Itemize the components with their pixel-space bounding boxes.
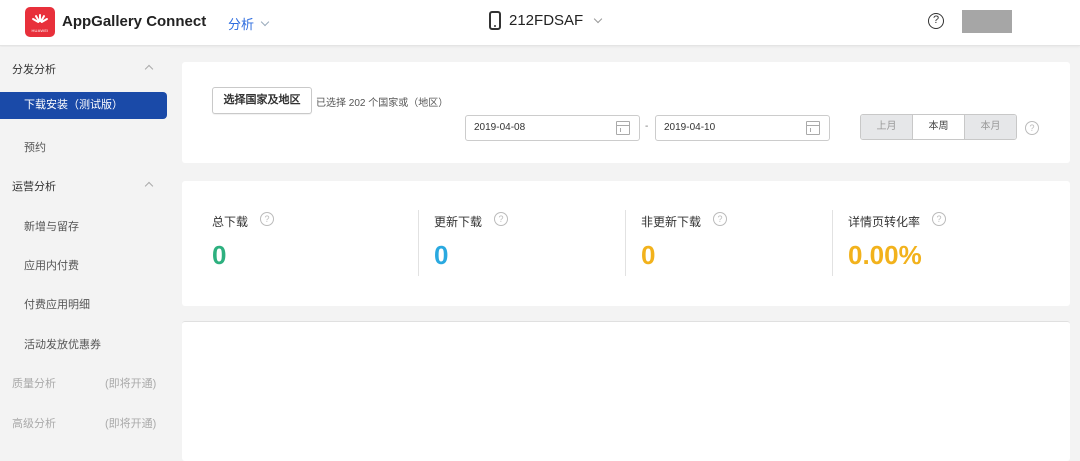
metric-label: 更新下载 <box>434 215 483 229</box>
filter-panel: 选择国家及地区 已选择 202 个国家或（地区） 2019-04-08 - 20… <box>182 62 1070 163</box>
metric-value: 0.00% <box>848 240 922 270</box>
sidebar-group-quality: 质量分析 <box>12 378 56 390</box>
quick-range-toggle: 上月 本周 本月 <box>860 114 1017 140</box>
start-date-value: 2019-04-08 <box>474 122 526 133</box>
range-this-month[interactable]: 本月 <box>964 115 1016 139</box>
chart-panel <box>182 321 1070 461</box>
phone-icon <box>489 11 501 30</box>
chevron-up-icon[interactable] <box>144 181 154 191</box>
avatar[interactable] <box>962 10 1012 33</box>
divider <box>625 210 626 276</box>
chevron-up-icon[interactable] <box>144 64 154 74</box>
help-icon[interactable]: ? <box>713 212 727 226</box>
help-icon[interactable]: ? <box>494 212 508 226</box>
divider <box>418 210 419 276</box>
sidebar-item-coupons[interactable]: 活动发放优惠券 <box>24 336 101 352</box>
help-icon[interactable]: ? <box>260 212 274 226</box>
chevron-down-icon <box>260 17 270 26</box>
coming-soon-label: (即将开通) <box>105 418 157 430</box>
metrics-panel: 总下载 ? 0 更新下载 ? 0 非更新下载 ? 0 详情页转化率 ? 0.00… <box>182 181 1070 306</box>
end-date-input[interactable]: 2019-04-10 <box>655 115 830 141</box>
select-region-button[interactable]: 选择国家及地区 <box>212 87 312 114</box>
coming-soon-label: (即将开通) <box>105 378 157 390</box>
sidebar-group-advanced: 高级分析 <box>12 418 56 430</box>
logo-text: HUAWEI <box>31 27 49 33</box>
analysis-menu-label: 分析 <box>228 17 255 32</box>
sidebar-group-distribution[interactable]: 分发分析 <box>12 61 56 77</box>
metric-label: 总下载 <box>212 215 249 229</box>
calendar-icon[interactable] <box>806 121 820 135</box>
help-icon[interactable]: ? <box>1025 121 1039 135</box>
device-picker[interactable]: 212FDSAF <box>489 11 603 30</box>
metric-value: 0 <box>434 240 449 270</box>
analysis-menu[interactable]: 分析 <box>228 14 270 33</box>
sidebar-item-reserve[interactable]: 预约 <box>24 139 46 155</box>
huawei-logo[interactable]: HUAWEI <box>25 7 55 37</box>
start-date-input[interactable]: 2019-04-08 <box>465 115 640 141</box>
sidebar-item-new-retention[interactable]: 新增与留存 <box>24 218 79 234</box>
calendar-icon[interactable] <box>616 121 630 135</box>
metric-value: 0 <box>212 240 227 270</box>
help-icon[interactable]: ? <box>932 212 946 226</box>
top-header: HUAWEI AppGallery Connect 分析 212FDSAF ? <box>0 0 1080 46</box>
huawei-flower-icon <box>31 13 49 26</box>
divider <box>832 210 833 276</box>
sidebar: 分发分析 下载安装（测试版） 预约 运营分析 新增与留存 应用内付费 付费应用明… <box>0 47 170 454</box>
app-title[interactable]: AppGallery Connect <box>62 13 206 30</box>
sidebar-item-paid-apps[interactable]: 付费应用明细 <box>24 296 90 312</box>
region-selection-note: 已选择 202 个国家或（地区） <box>316 98 449 109</box>
end-date-value: 2019-04-10 <box>664 122 716 133</box>
metric-label: 详情页转化率 <box>848 215 921 229</box>
help-icon[interactable]: ? <box>928 13 944 29</box>
sidebar-item-download-install[interactable]: 下载安装（测试版） <box>0 92 167 119</box>
range-last-month[interactable]: 上月 <box>861 115 912 139</box>
chevron-down-icon <box>593 14 603 23</box>
sidebar-item-iap[interactable]: 应用内付费 <box>24 257 79 273</box>
metric-value: 0 <box>641 240 656 270</box>
sidebar-group-operations[interactable]: 运营分析 <box>12 178 56 194</box>
date-range-separator: - <box>645 121 649 132</box>
device-name: 212FDSAF <box>509 12 584 29</box>
metric-label: 非更新下载 <box>641 215 702 229</box>
range-this-week[interactable]: 本周 <box>912 115 964 139</box>
